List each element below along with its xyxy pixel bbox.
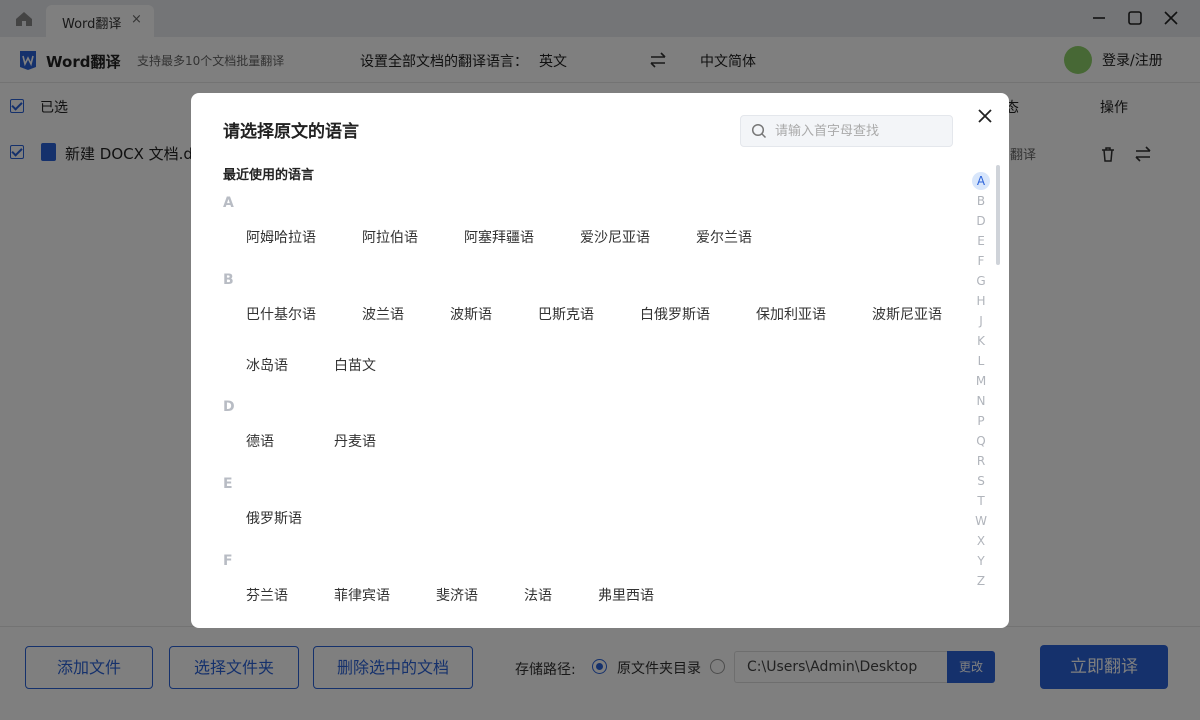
alphabet-index-g[interactable]: G <box>971 271 991 291</box>
alphabet-index-m[interactable]: M <box>971 371 991 391</box>
language-option[interactable]: 爱沙尼亚语 <box>580 227 650 247</box>
language-option[interactable]: 波兰语 <box>362 304 404 324</box>
alphabet-index-b[interactable]: B <box>971 191 991 211</box>
language-option[interactable]: 菲律宾语 <box>334 585 390 605</box>
alphabet-index-w[interactable]: W <box>971 511 991 531</box>
alphabet-index-j[interactable]: J <box>971 311 991 331</box>
language-option[interactable]: 德语 <box>246 431 274 451</box>
alphabet-index-n[interactable]: N <box>971 391 991 411</box>
language-search[interactable] <box>740 115 953 147</box>
language-option[interactable]: 波斯尼亚语 <box>872 304 942 324</box>
close-icon[interactable] <box>976 107 994 125</box>
alphabet-index-k[interactable]: K <box>971 331 991 351</box>
alphabet-index-y[interactable]: Y <box>971 551 991 571</box>
language-dialog: 请选择原文的语言 最近使用的语言 A 阿姆哈拉语 阿拉伯语 阿塞拜疆语 爱沙尼亚语 爱尔兰… <box>191 93 1009 628</box>
alphabet-index-s[interactable]: S <box>971 471 991 491</box>
alphabet-index-h[interactable]: H <box>971 291 991 311</box>
search-icon <box>751 123 767 139</box>
alphabet-index-f[interactable]: F <box>971 251 991 271</box>
language-option[interactable]: 白苗文 <box>334 355 376 375</box>
alphabet-index-z[interactable]: Z <box>971 571 991 591</box>
language-option[interactable]: 波斯语 <box>450 304 492 324</box>
language-option[interactable]: 丹麦语 <box>334 431 376 451</box>
language-option[interactable]: 巴斯克语 <box>538 304 594 324</box>
group-letter-d: D <box>223 399 235 415</box>
alphabet-index-a[interactable]: A <box>972 172 990 190</box>
language-option[interactable]: 斐济语 <box>436 585 478 605</box>
language-option[interactable]: 巴什基尔语 <box>246 304 316 324</box>
language-list: A 阿姆哈拉语 阿拉伯语 阿塞拜疆语 爱沙尼亚语 爱尔兰语 B 巴什基尔语 波兰语 波斯语 巴斯克语… <box>223 195 963 615</box>
alphabet-index: ABDEFGHJKLMNPQRSTWXYZ <box>971 171 991 591</box>
language-option[interactable]: 爱尔兰语 <box>696 227 752 247</box>
language-option[interactable]: 白俄罗斯语 <box>640 304 710 324</box>
alphabet-index-l[interactable]: L <box>971 351 991 371</box>
language-option[interactable]: 冰岛语 <box>246 355 288 375</box>
scrollbar[interactable] <box>996 165 1000 265</box>
language-option[interactable]: 保加利亚语 <box>756 304 826 324</box>
group-letter-a: A <box>223 195 234 211</box>
alphabet-index-e[interactable]: E <box>971 231 991 251</box>
alphabet-index-q[interactable]: Q <box>971 431 991 451</box>
alphabet-index-t[interactable]: T <box>971 491 991 511</box>
language-option[interactable]: 阿姆哈拉语 <box>246 227 316 247</box>
alphabet-index-d[interactable]: D <box>971 211 991 231</box>
dialog-title: 请选择原文的语言 <box>223 122 359 142</box>
language-option[interactable]: 阿塞拜疆语 <box>464 227 534 247</box>
language-option[interactable]: 俄罗斯语 <box>246 508 302 528</box>
group-letter-f: F <box>223 553 233 569</box>
search-input[interactable] <box>775 120 945 142</box>
alphabet-index-x[interactable]: X <box>971 531 991 551</box>
alphabet-index-r[interactable]: R <box>971 451 991 471</box>
group-letter-b: B <box>223 272 234 288</box>
language-option[interactable]: 芬兰语 <box>246 585 288 605</box>
recent-languages-label: 最近使用的语言 <box>223 168 315 183</box>
language-option[interactable]: 阿拉伯语 <box>362 227 418 247</box>
alphabet-index-p[interactable]: P <box>971 411 991 431</box>
language-option[interactable]: 法语 <box>524 585 552 605</box>
group-letter-e: E <box>223 476 233 492</box>
language-option[interactable]: 弗里西语 <box>598 585 654 605</box>
